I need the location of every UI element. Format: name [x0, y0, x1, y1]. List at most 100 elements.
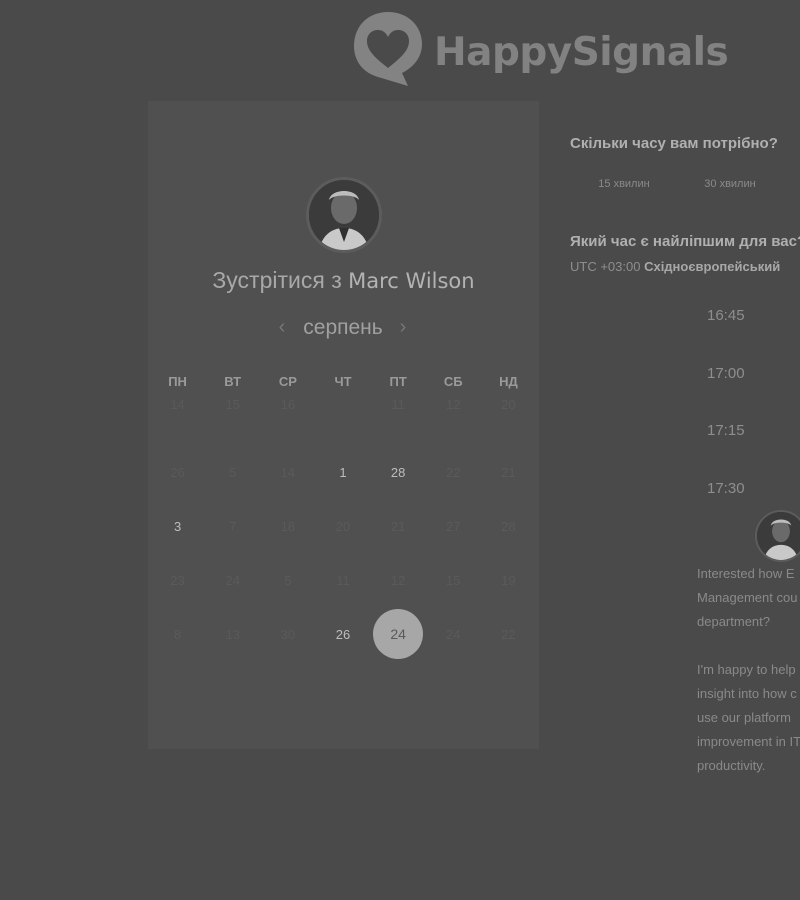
- calendar-day-selected[interactable]: 24: [371, 607, 426, 661]
- calendar-day-number: 12: [390, 572, 406, 588]
- calendar-day: 26: [150, 445, 205, 499]
- time-slot-button[interactable]: 17:00: [697, 363, 800, 421]
- calendar-day: 14: [260, 445, 315, 499]
- calendar-day-number: 14: [280, 464, 296, 480]
- time-slot-button[interactable]: 17:15: [697, 420, 800, 478]
- calendar-day-number: 14: [170, 397, 185, 412]
- calendar-day: 28: [481, 499, 536, 553]
- weekday-label: ПТ: [389, 374, 407, 389]
- weekday-label: ВТ: [224, 374, 242, 389]
- calendar-day-number: 8: [173, 626, 182, 642]
- calendar-day: 14: [150, 391, 205, 445]
- calendar-day: 20: [481, 391, 536, 445]
- chevron-right-icon[interactable]: ›: [393, 316, 413, 339]
- calendar-day: 5: [260, 553, 315, 607]
- calendar-day-number: 15: [225, 397, 240, 412]
- time-slot-button[interactable]: 16:45: [697, 305, 800, 363]
- calendar-day-number: 12: [446, 397, 461, 412]
- calendar-day-number: 20: [501, 397, 516, 412]
- calendar-day[interactable]: 3: [150, 499, 205, 553]
- calendar-day-number: 30: [280, 626, 296, 642]
- host-avatar: [306, 177, 382, 253]
- calendar-day-number: 11: [336, 572, 350, 588]
- calendar-day: [315, 391, 370, 445]
- calendar-day: 30: [260, 607, 315, 661]
- calendar-day[interactable]: 26: [315, 607, 370, 661]
- timezone-name: Східноєвропейський: [644, 259, 781, 274]
- duration-options: 15 хвилин 30 хвилин: [580, 176, 792, 192]
- calendar-day-number: 15: [446, 572, 461, 588]
- host-description: Interested how E Management cou department…: [697, 562, 800, 802]
- calendar-day: 15: [426, 553, 481, 607]
- calendar-day: 12: [426, 391, 481, 445]
- description-line: insight into how c: [697, 686, 797, 701]
- calendar-day: 5: [205, 445, 260, 499]
- heart-speech-bubble-logo-icon: [354, 12, 422, 86]
- weekday-label: ЧТ: [334, 374, 352, 389]
- happysignals-logo: HappySignals: [352, 10, 732, 90]
- calendar-day: 11: [315, 553, 370, 607]
- calendar-day: 16: [260, 391, 315, 445]
- calendar-grid: 14 15 16 11 12 20 26 5 14 1 28 22 21 3 7 18 20 21 27 28 23 24…: [150, 391, 536, 661]
- calendar-day: 22: [426, 445, 481, 499]
- duration-option-button[interactable]: 30 хвилин: [686, 176, 774, 192]
- calendar-day-number: 16: [280, 397, 296, 412]
- calendar-day: 11: [371, 391, 426, 445]
- brand-name: HappySignals: [434, 30, 729, 75]
- calendar-day: 20: [315, 499, 370, 553]
- calendar-day-number: 19: [501, 572, 516, 588]
- calendar-day: 24: [426, 607, 481, 661]
- duration-option-button[interactable]: 15 хвилин: [580, 176, 668, 192]
- description-line: Management cou: [697, 590, 798, 605]
- calendar-day-number: 22: [446, 464, 461, 480]
- calendar-day: 22: [481, 607, 536, 661]
- calendar-day-number: 24: [373, 609, 424, 659]
- time-slot-list: 16:45 17:00 17:15 17:30: [697, 305, 800, 535]
- description-line: productivity.: [697, 758, 766, 773]
- calendar-day: 24: [205, 553, 260, 607]
- calendar-day-number: 27: [446, 518, 461, 534]
- month-navigation: ‹ серпень ›: [148, 316, 539, 346]
- calendar-day-number: 24: [446, 626, 461, 642]
- calendar-day-number: 24: [225, 572, 240, 588]
- calendar-day[interactable]: 1: [315, 445, 370, 499]
- calendar-card: Зустрітися з Marc Wilson ‹ серпень › ПН В…: [148, 101, 539, 749]
- host-name: Marc Wilson: [348, 269, 475, 293]
- calendar-day-number: 23: [170, 572, 185, 588]
- description-paragraph-2: I'm happy to help insight into how c use o…: [697, 658, 800, 778]
- description-line: I'm happy to help: [697, 662, 796, 677]
- description-line: improvement in IT: [697, 734, 800, 749]
- calendar-day-number: 22: [501, 626, 516, 642]
- calendar-day-number: 7: [229, 518, 237, 534]
- calendar-day-number: 26: [335, 626, 351, 642]
- calendar-day: 23: [150, 553, 205, 607]
- calendar-day: 12: [371, 553, 426, 607]
- calendar-day-number: 28: [501, 518, 516, 534]
- calendar-day: 21: [371, 499, 426, 553]
- weekday-label: СБ: [443, 374, 463, 389]
- host-avatar-small: [755, 510, 800, 562]
- calendar-day: 7: [205, 499, 260, 553]
- description-line: department?: [697, 614, 770, 629]
- calendar-day[interactable]: 28: [371, 445, 426, 499]
- weekday-label: СР: [278, 374, 297, 389]
- description-line: use our platform: [697, 710, 791, 725]
- timeslot-question: Який час є найліпшим для вас?: [570, 233, 800, 250]
- meeting-title-prefix: Зустрітися з: [212, 267, 342, 293]
- calendar-day-number: 1: [339, 464, 347, 480]
- calendar-day: 18: [260, 499, 315, 553]
- calendar-day-number: 11: [391, 397, 405, 412]
- weekday-header: ПН ВТ СР ЧТ ПТ СБ НД: [150, 374, 536, 389]
- calendar-day: 8: [150, 607, 205, 661]
- month-label: серпень: [303, 316, 383, 339]
- calendar-day: 19: [481, 553, 536, 607]
- calendar-day: 15: [205, 391, 260, 445]
- calendar-day-number: 28: [390, 464, 406, 480]
- weekday-label: ПН: [168, 374, 187, 389]
- duration-question: Скільки часу вам потрібно?: [570, 135, 778, 152]
- timezone-label[interactable]: UTC +03:00 Східноєвропейський: [570, 259, 780, 274]
- calendar-day: 13: [205, 607, 260, 661]
- description-line: Interested how E: [697, 566, 795, 581]
- calendar-day-number: 3: [173, 518, 182, 534]
- description-paragraph-1: Interested how E Management cou department…: [697, 562, 800, 634]
